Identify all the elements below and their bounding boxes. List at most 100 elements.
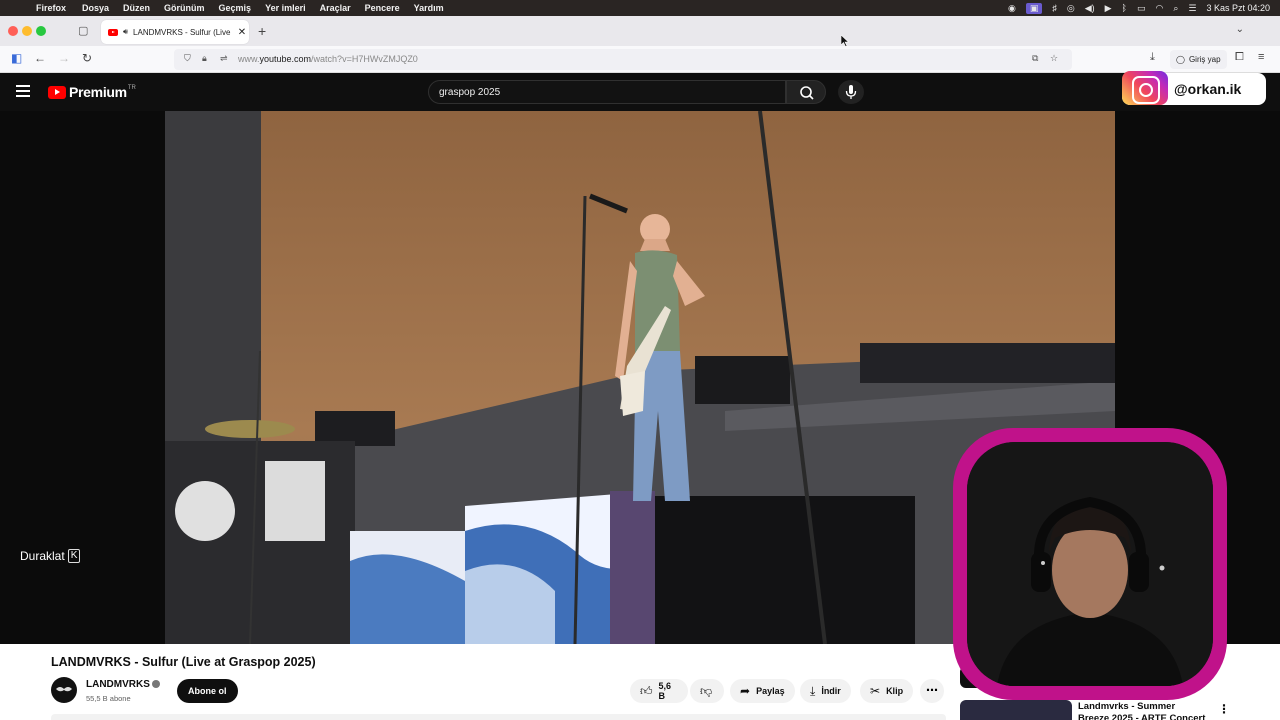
description-box[interactable] <box>51 714 946 720</box>
control-center-icon[interactable]: ☰ <box>1188 3 1196 14</box>
video-title: LANDMVRKS - Sulfur (Live at Graspop 2025… <box>51 655 316 669</box>
instagram-handle: @orkan.ik <box>1174 81 1242 97</box>
reload-button[interactable]: ↻ <box>82 51 92 65</box>
display-icon[interactable]: ▣ <box>1025 2 1043 14</box>
share-button[interactable]: ➦ Paylaş <box>730 679 795 703</box>
screen-record-icon[interactable]: ◉ <box>1008 3 1016 14</box>
play-icon[interactable]: ▶ <box>1105 3 1112 14</box>
browser-tab[interactable]: 🔊︎ LANDMVRKS - Sulfur (Live ✕ <box>101 20 249 44</box>
tab-close-icon[interactable]: ✕ <box>235 27 249 38</box>
permissions-icon[interactable]: ⇌ <box>220 53 228 64</box>
signin-button[interactable]: ◯ Giriş yap <box>1170 50 1227 69</box>
search-button[interactable] <box>786 80 826 104</box>
download-icon: ⤓ <box>810 683 816 698</box>
url-text[interactable]: www.youtube.com/watch?v=H7HWvZMJQZ0 <box>238 54 418 64</box>
youtube-logo-icon <box>48 85 66 99</box>
new-tab-button[interactable]: + <box>258 23 266 39</box>
pause-hint: Duraklat K <box>20 549 81 563</box>
bookmark-star-icon[interactable]: ☆ <box>1050 53 1058 64</box>
signin-label: Giriş yap <box>1188 55 1221 64</box>
menu-araclar[interactable]: Araçlar <box>320 3 351 13</box>
like-count: 5,6 B <box>658 681 672 701</box>
shield-icon[interactable]: ⛉ <box>184 53 191 64</box>
window-close-button[interactable] <box>8 26 18 36</box>
search-icon <box>800 86 814 100</box>
dislike-button[interactable]: 👎︎ <box>690 679 724 703</box>
menu-yer-imleri[interactable]: Yer imleri <box>265 3 306 13</box>
extensions-icon[interactable]: ⧠ <box>1235 51 1244 64</box>
tab-overview-icon[interactable]: ▢ <box>78 24 88 37</box>
pause-shortcut-key: K <box>67 549 81 563</box>
lock-icon[interactable]: 🔒︎ <box>202 53 207 64</box>
menu-duzen[interactable]: Düzen <box>123 3 150 13</box>
search-input[interactable]: graspop 2025 <box>428 80 786 104</box>
back-button[interactable]: ← <box>34 51 46 65</box>
url-bar[interactable]: ⛉ 🔒︎ ⇌ www.youtube.com/watch?v=H7HWvZMJQ… <box>174 49 1072 70</box>
share-icon: ➦ <box>740 684 751 698</box>
recommended-thumbnail[interactable] <box>960 700 1072 720</box>
vpn-icon[interactable]: ◎ <box>1067 3 1075 14</box>
download-button[interactable]: ⤓ İndir <box>800 679 851 703</box>
battery-icon[interactable]: ▭ <box>1137 3 1146 14</box>
downloads-icon[interactable]: ⤓ <box>1150 51 1155 64</box>
like-button[interactable]: 👍︎ 5,6 B <box>630 679 688 703</box>
account-icon: ◯ <box>1176 55 1185 64</box>
tab-strip: ▢ 🔊︎ LANDMVRKS - Sulfur (Live ✕ + ⌄ <box>0 16 1280 46</box>
window-zoom-button[interactable] <box>36 26 46 36</box>
clip-button[interactable]: ✂ Klip <box>860 679 914 703</box>
voice-search-button[interactable] <box>838 80 864 104</box>
clip-label: Klip <box>886 686 904 696</box>
volume-icon[interactable]: ◀) <box>1085 3 1095 14</box>
channel-avatar[interactable] <box>51 677 77 703</box>
thumbs-up-icon: 👍︎ <box>640 683 653 698</box>
recommended-title[interactable]: Landmvrks - Summer Breeze 2025 - ARTE Co… <box>1078 701 1208 720</box>
webcam-overlay <box>953 428 1227 700</box>
more-actions-button[interactable]: ⋯ <box>920 679 944 703</box>
picture-in-picture-icon[interactable]: ⧉ <box>1032 53 1038 64</box>
sidebar-icon[interactable]: ◧ <box>11 51 22 65</box>
spotlight-icon[interactable]: ⌕ <box>1173 3 1178 14</box>
menu-gecmis[interactable]: Geçmiş <box>219 3 252 13</box>
youtube-premium-logo[interactable]: Premium TR <box>48 84 136 100</box>
subscribe-button[interactable]: Abone ol <box>177 679 238 703</box>
logo-text: Premium <box>69 84 127 100</box>
verified-icon <box>152 680 160 688</box>
bluetooth-icon[interactable]: ᛒ <box>1122 3 1127 13</box>
webcam-feed <box>967 442 1213 686</box>
subscriber-count: 55,5 B abone <box>86 694 131 703</box>
channel-logo-icon <box>56 687 72 692</box>
streamer-image <box>967 442 1213 686</box>
microphone-icon <box>845 85 857 99</box>
scissors-icon: ✂ <box>870 684 881 698</box>
pause-label: Duraklat <box>20 549 65 563</box>
status-area: ◉ ▣ ♯ ◎ ◀) ▶ ᛒ ▭ ◠ ⌕ ☰ 3 Kas Pzt 04:20 <box>1008 0 1270 16</box>
window-minimize-button[interactable] <box>22 26 32 36</box>
youtube-favicon-icon <box>108 28 118 36</box>
mouse-cursor-icon <box>841 35 849 47</box>
menu-pencere[interactable]: Pencere <box>365 3 400 13</box>
macos-menubar: Firefox Dosya Düzen Görünüm Geçmiş Yer i… <box>0 0 1280 16</box>
channel-name[interactable]: LANDMVRKS <box>86 679 150 690</box>
menu-dosya[interactable]: Dosya <box>82 3 109 13</box>
hamburger-menu-icon[interactable] <box>16 85 30 97</box>
menubar-clock[interactable]: 3 Kas Pzt 04:20 <box>1206 3 1270 13</box>
menu-yardim[interactable]: Yardım <box>414 3 444 13</box>
tab-title: LANDMVRKS - Sulfur (Live <box>133 27 231 37</box>
logo-region: TR <box>127 85 136 91</box>
share-label: Paylaş <box>756 686 785 696</box>
forward-button[interactable]: → <box>58 51 70 65</box>
download-label: İndir <box>821 686 841 696</box>
menu-firefox[interactable]: Firefox <box>36 3 66 13</box>
thumbs-down-icon: 👎︎ <box>700 683 713 698</box>
instagram-overlay: @orkan.ik <box>1122 71 1266 105</box>
navigation-bar: ◧ ← → ↻ ⛉ 🔒︎ ⇌ www.youtube.com/watch?v=H… <box>0 46 1280 73</box>
menu-gorunum[interactable]: Görünüm <box>164 3 205 13</box>
instagram-icon <box>1122 71 1168 105</box>
app-menu-icon[interactable]: ≡ <box>1258 51 1264 63</box>
recommended-more-icon[interactable]: ⋮ <box>1218 702 1230 716</box>
list-tabs-icon[interactable]: ⌄ <box>1236 24 1244 35</box>
youtube-header: Premium TR graspop 2025 <box>0 73 1280 111</box>
menu-extra-icon[interactable]: ♯ <box>1052 3 1057 13</box>
wifi-icon[interactable]: ◠ <box>1155 3 1163 14</box>
speaker-icon[interactable]: 🔊︎ <box>123 27 128 37</box>
